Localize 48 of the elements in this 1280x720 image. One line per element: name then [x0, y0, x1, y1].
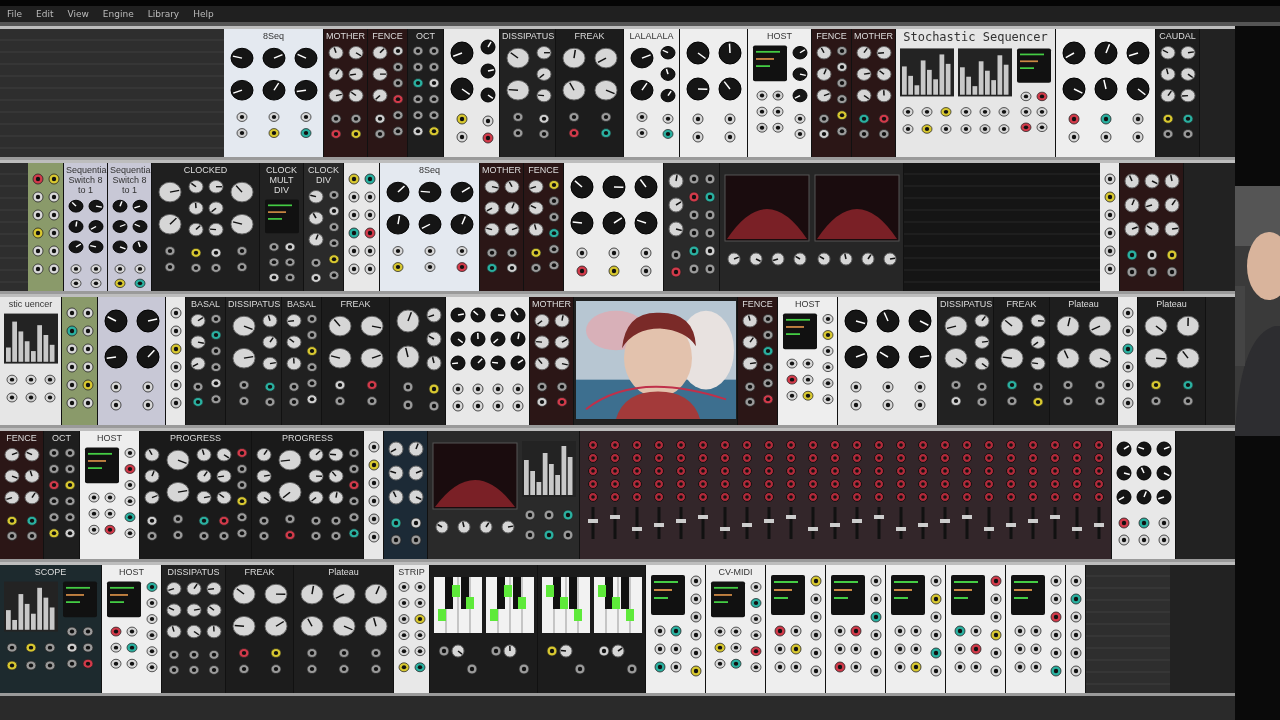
module-title: stic uencer: [8, 299, 53, 309]
module-title: Plateau: [328, 567, 359, 577]
module-title: MOTHER: [532, 299, 571, 309]
module-title: OCT: [52, 433, 71, 443]
menu-item[interactable]: Edit: [35, 9, 55, 19]
module-title: CLOCKED: [183, 165, 228, 175]
module-title: FENCE: [372, 31, 403, 41]
module-title: FENCE: [816, 31, 847, 41]
module-title: FENCE: [528, 165, 559, 175]
module-title: OCT: [416, 31, 435, 41]
module-title: PROGRESS: [170, 433, 221, 443]
menu-item[interactable]: Library: [146, 9, 181, 19]
menu-item[interactable]: Help: [192, 9, 215, 19]
module-title: BASAL: [287, 299, 316, 309]
module-title: Plateau: [1068, 299, 1099, 309]
module-title: 8Seq: [263, 31, 284, 41]
module-title: FENCE: [742, 299, 773, 309]
module-title: MOTHER: [854, 31, 893, 41]
module-title: STRIP: [398, 567, 425, 577]
module-title: DISSIPATUS: [502, 31, 553, 41]
module-title: HOST: [97, 433, 122, 443]
module-title: CV-MIDI: [718, 567, 753, 577]
module-title: FREAK: [574, 31, 605, 41]
module-title: BASAL: [191, 299, 220, 309]
module-title: MOTHER: [326, 31, 365, 41]
module-title: FENCE: [6, 433, 37, 443]
module-title: DISSIPATUS: [228, 299, 279, 309]
module-title: LALALALA: [629, 31, 674, 41]
module-title: MOTHER: [482, 165, 521, 175]
menu-item[interactable]: File: [6, 9, 24, 19]
module-title: Plateau: [1156, 299, 1187, 309]
module-title: Stochastic Sequencer: [903, 31, 1048, 44]
module-title: FREAK: [1006, 299, 1037, 309]
module-title: CLOCK MULT DIV: [265, 165, 298, 195]
module-title: DISSIPATUS: [167, 567, 220, 577]
module-title: CAUDAL: [1159, 31, 1196, 41]
menu-item[interactable]: Engine: [101, 9, 135, 19]
module-title: HOST: [795, 299, 820, 309]
module-title: CLOCK DIV: [307, 165, 340, 185]
module-title: HOST: [119, 567, 144, 577]
module-title: 8Seq: [419, 165, 440, 175]
module-title: DISSIPATUS: [940, 299, 991, 309]
module-title: FREAK: [340, 299, 371, 309]
menu-item[interactable]: View: [66, 9, 90, 19]
module-title: SCOPE: [34, 567, 67, 577]
module-title: PROGRESS: [282, 433, 333, 443]
module-title: FREAK: [244, 567, 275, 577]
module-title: HOST: [767, 31, 792, 41]
